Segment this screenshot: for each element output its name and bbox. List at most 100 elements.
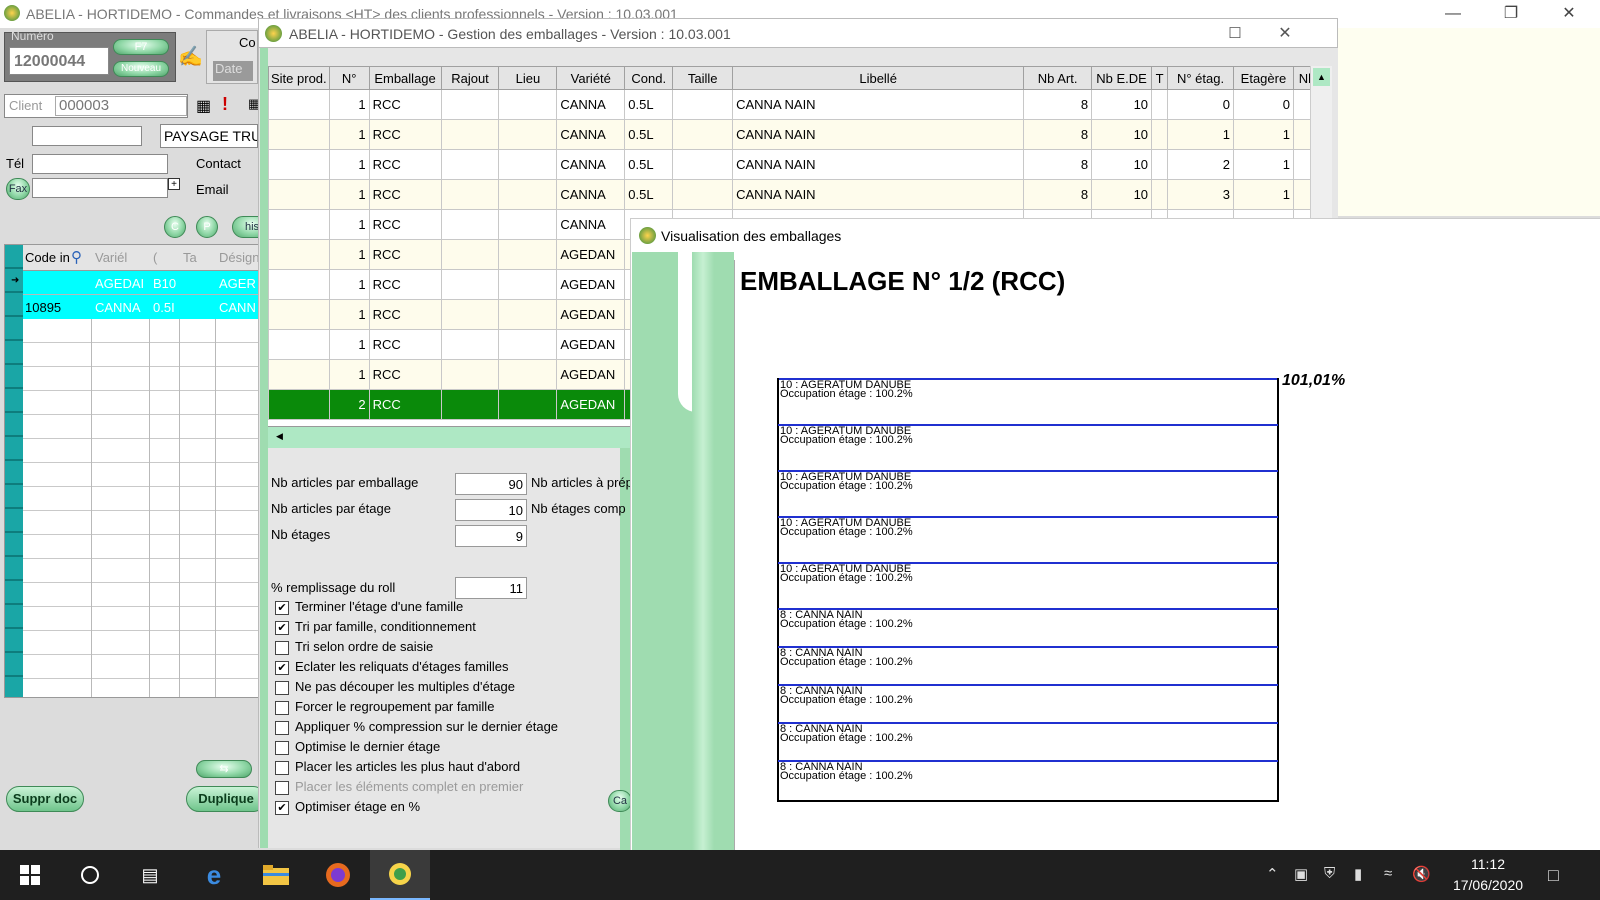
cell-rajout[interactable] — [440, 329, 500, 360]
cell-var[interactable]: AGEDAN — [556, 389, 626, 420]
cell-rajout[interactable] — [440, 119, 500, 150]
col-taille[interactable]: Ta — [183, 250, 197, 265]
cell-site[interactable] — [268, 389, 330, 420]
cell-emb[interactable]: RCC — [368, 329, 442, 360]
fax-input[interactable] — [32, 178, 168, 198]
cell-rajout[interactable] — [440, 269, 500, 300]
cell-lieu[interactable] — [498, 149, 558, 180]
cell-nbede[interactable]: 10 — [1091, 89, 1153, 120]
cell-emb[interactable]: RCC — [368, 389, 442, 420]
cell-var[interactable]: CANNA — [556, 209, 626, 240]
cell-site[interactable] — [268, 89, 330, 120]
scroll-up-icon[interactable]: ▲ — [1313, 68, 1330, 86]
cell-emb[interactable]: RCC — [368, 149, 442, 180]
abelia-app-icon[interactable] — [370, 850, 430, 900]
cell-cond[interactable]: 0.5L — [624, 179, 674, 210]
edge-icon[interactable]: e — [184, 850, 244, 900]
cell-site[interactable] — [268, 119, 330, 150]
duplique-button[interactable]: Duplique — [186, 786, 266, 812]
cell-lieu[interactable] — [498, 119, 558, 150]
cell-n[interactable]: 2 — [328, 389, 370, 420]
cell-n[interactable]: 1 — [328, 329, 370, 360]
cell-lieu[interactable] — [498, 209, 558, 240]
cell-netag[interactable]: 1 — [1167, 119, 1234, 150]
cell-n[interactable]: 1 — [328, 299, 370, 330]
cell-netag[interactable]: 3 — [1167, 179, 1234, 210]
cell-etag[interactable]: 1 — [1232, 149, 1294, 180]
cell-var[interactable]: CANNA — [556, 119, 626, 150]
col-nb-ede[interactable]: Nb E.DE — [1091, 66, 1153, 90]
refresh-arrows-button[interactable]: ⇆ — [196, 760, 252, 778]
cell-n[interactable]: 1 — [328, 179, 370, 210]
cell-var[interactable]: AGEDAN — [556, 329, 626, 360]
col-numero[interactable]: N° — [328, 66, 370, 90]
scroll-left-icon[interactable]: ◀ — [276, 431, 283, 442]
grid-horizontal-scrollbar[interactable]: ◀ — [268, 426, 632, 448]
checkbox-checked-icon[interactable]: ✔ — [275, 801, 289, 815]
checkbox-unchecked-icon[interactable] — [275, 701, 289, 715]
f7-button[interactable]: F7 — [113, 39, 169, 55]
security-shield-icon[interactable]: ⛨ — [1324, 865, 1335, 882]
col-designation[interactable]: Désign — [219, 250, 259, 265]
remplissage-input[interactable]: 11 — [455, 577, 527, 599]
battery-icon[interactable]: ▮ — [1354, 865, 1362, 883]
notifications-icon[interactable]: □ — [1548, 865, 1559, 886]
cell-n[interactable]: 1 — [328, 209, 370, 240]
maximize-button[interactable]: ☐ — [1225, 19, 1245, 49]
clock[interactable]: 11:12 17/06/2020 — [1440, 854, 1536, 896]
col-site-prod[interactable]: Site prod. — [268, 66, 330, 90]
cell-emb[interactable]: RCC — [368, 89, 442, 120]
cell-site[interactable] — [268, 239, 330, 270]
client-code-input[interactable]: 000003 — [55, 96, 187, 116]
cell-emb[interactable]: RCC — [368, 359, 442, 390]
volume-muted-icon[interactable]: 🔇 — [1412, 865, 1431, 883]
search-icon[interactable]: ⚲ — [71, 248, 82, 266]
cell-site[interactable] — [268, 299, 330, 330]
cell-n[interactable]: 1 — [328, 89, 370, 120]
cell-n[interactable]: 1 — [328, 269, 370, 300]
cell-emb[interactable]: RCC — [368, 119, 442, 150]
cell-etag[interactable]: 1 — [1232, 179, 1294, 210]
checkbox-checked-icon[interactable]: ✔ — [275, 601, 289, 615]
cell-cond[interactable]: 0.5L — [624, 89, 674, 120]
checkbox-unchecked-icon[interactable] — [275, 761, 289, 775]
cell-lieu[interactable] — [498, 329, 558, 360]
cell-rajout[interactable] — [440, 89, 500, 120]
cell-nbede[interactable]: 10 — [1091, 179, 1153, 210]
cell-netag[interactable]: 0 — [1167, 89, 1234, 120]
network-device-icon[interactable]: ▣ — [1294, 865, 1308, 883]
checkbox-unchecked-icon[interactable] — [275, 641, 289, 655]
cell-rajout[interactable] — [440, 209, 500, 240]
firefox-icon[interactable] — [308, 850, 368, 900]
cell-site[interactable] — [268, 359, 330, 390]
search-icon[interactable] — [60, 850, 120, 900]
cell-nbede[interactable]: 10 — [1091, 119, 1153, 150]
table-row[interactable]: 10895 CANNA 0.5I CANN — [23, 295, 259, 319]
chevron-up-icon[interactable]: ⌃ — [1266, 865, 1279, 883]
cell-n[interactable]: 1 — [328, 149, 370, 180]
cancel-button[interactable]: Ca — [608, 790, 632, 812]
numero-input[interactable]: 12000044 — [9, 47, 109, 75]
cell-lib[interactable]: CANNA NAIN — [732, 149, 1025, 180]
nb-etages-input[interactable]: 9 — [455, 525, 527, 547]
table-row[interactable]: 1 RCC CANNA 0.5L CANNA NAIN 8 10 3 1 — [268, 179, 1332, 210]
checkbox-unchecked-icon[interactable] — [275, 741, 289, 755]
cell-var[interactable]: CANNA — [556, 149, 626, 180]
col-variete[interactable]: Variété — [556, 66, 626, 90]
cell-rajout[interactable] — [440, 359, 500, 390]
cell-emb[interactable]: RCC — [368, 179, 442, 210]
client-name-field[interactable]: PAYSAGE TRU — [160, 124, 258, 148]
cell-lieu[interactable] — [498, 89, 558, 120]
file-explorer-icon[interactable] — [246, 850, 306, 900]
cell-n[interactable]: 1 — [328, 359, 370, 390]
wifi-icon[interactable]: ≈ — [1384, 865, 1392, 882]
nb-articles-emballage-input[interactable]: 90 — [455, 473, 527, 495]
close-button[interactable]: ✕ — [1546, 0, 1592, 28]
restore-button[interactable]: ❐ — [1488, 0, 1534, 28]
cell-t[interactable] — [1151, 89, 1169, 120]
table-row[interactable]: 1 RCC CANNA 0.5L CANNA NAIN 8 10 0 0 — [268, 89, 1332, 120]
cell-nbede[interactable]: 10 — [1091, 149, 1153, 180]
cell-t[interactable] — [1151, 119, 1169, 150]
cell-site[interactable] — [268, 209, 330, 240]
fax-button[interactable]: Fax — [6, 178, 30, 200]
